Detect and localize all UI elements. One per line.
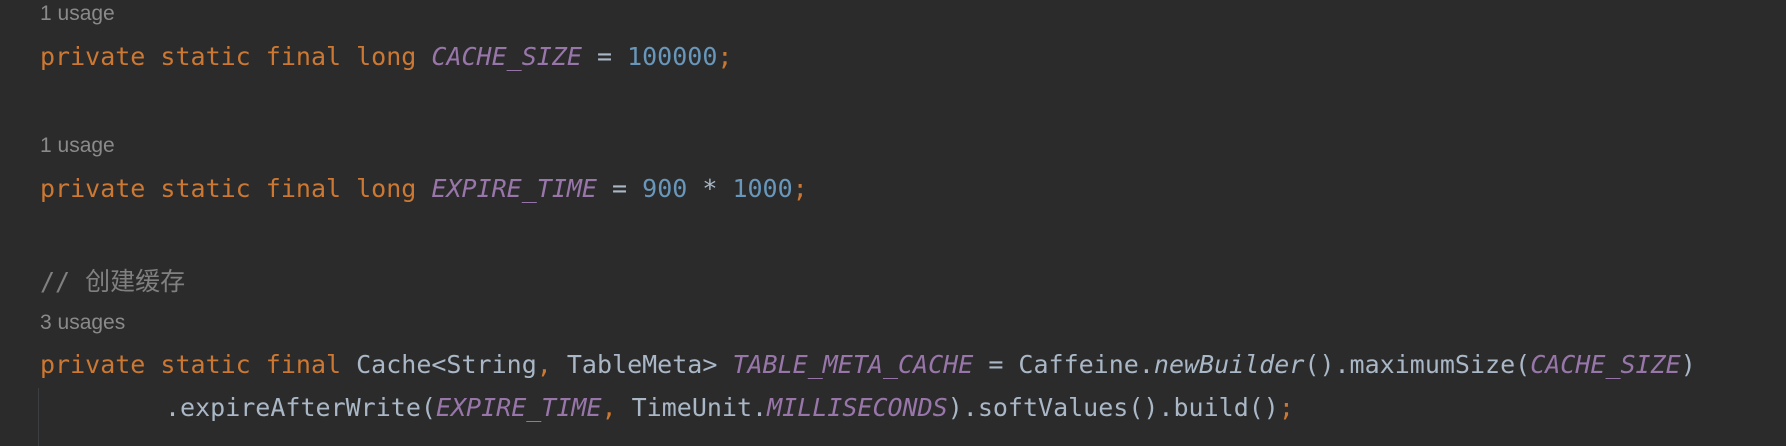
code-line-builder-chain[interactable]: .expireAfterWrite(EXPIRE_TIME, TimeUnit.… [165, 393, 1294, 422]
keyword-final: final [265, 174, 342, 203]
method-chain: ().maximumSize( [1304, 350, 1531, 379]
number-literal: 100000 [627, 42, 718, 71]
code-line-cache-size[interactable]: private static final long CACHE_SIZE = 1… [40, 42, 732, 71]
keyword-final: final [265, 350, 342, 379]
comma: , [601, 393, 617, 422]
constant-reference: CACHE_SIZE [1530, 350, 1681, 379]
constant-name: TABLE_META_CACHE [732, 350, 974, 379]
constant-name: EXPIRE_TIME [431, 174, 597, 203]
code-comment[interactable]: // 创建缓存 [40, 262, 185, 298]
type-reference: TimeUnit. [616, 393, 768, 422]
semicolon: ; [717, 42, 733, 71]
method-chain: .expireAfterWrite( [165, 393, 436, 422]
method-chain: ).softValues().build() [947, 393, 1279, 422]
method-call: newBuilder [1153, 350, 1305, 379]
keyword-static: static [160, 174, 251, 203]
keyword-static: static [160, 42, 251, 71]
type-name: Cache<String [356, 350, 537, 379]
comma: , [536, 350, 552, 379]
code-line-expire-time[interactable]: private static final long EXPIRE_TIME = … [40, 174, 808, 203]
usage-hint[interactable]: 3 usages [40, 311, 125, 335]
usage-hint[interactable]: 1 usage [40, 134, 115, 158]
keyword-long: long [356, 42, 417, 71]
multiply-operator: * [687, 174, 733, 203]
semicolon: ; [1278, 393, 1294, 422]
number-literal: 1000 [732, 174, 793, 203]
keyword-private: private [40, 42, 146, 71]
keyword-private: private [40, 174, 146, 203]
assignment-operator: = [581, 42, 628, 71]
indent-guide [38, 388, 39, 446]
keyword-final: final [265, 42, 342, 71]
assignment-expression: = Caffeine. [973, 350, 1154, 379]
enum-constant: MILLISECONDS [767, 393, 948, 422]
keyword-static: static [160, 350, 251, 379]
semicolon: ; [792, 174, 808, 203]
constant-reference: EXPIRE_TIME [435, 393, 602, 422]
keyword-private: private [40, 350, 146, 379]
close-paren: ) [1680, 350, 1696, 379]
type-name: TableMeta> [551, 350, 733, 379]
usage-hint[interactable]: 1 usage [40, 2, 115, 26]
code-editor[interactable]: 1 usage private static final long CACHE_… [0, 0, 1786, 446]
code-line-table-meta-cache[interactable]: private static final Cache<String, Table… [40, 350, 1696, 379]
constant-name: CACHE_SIZE [431, 42, 582, 71]
number-literal: 900 [642, 174, 688, 203]
assignment-operator: = [596, 174, 643, 203]
keyword-long: long [356, 174, 417, 203]
